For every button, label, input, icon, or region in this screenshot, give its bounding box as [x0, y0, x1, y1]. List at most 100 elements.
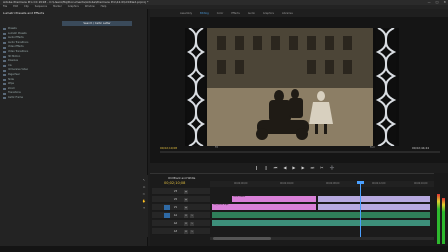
effects-list-item-label: Celtic Frame	[8, 95, 23, 99]
folder-icon	[3, 37, 6, 40]
sequence-tab[interactable]: Old Black and White	[168, 176, 195, 180]
folder-icon	[3, 88, 6, 91]
ruler-tick-label: 00;02;12;00	[372, 182, 386, 185]
hand-tool-icon[interactable]: ✋	[142, 199, 146, 203]
ruler-tick-label: 00;02;16;00	[414, 182, 428, 185]
effects-list: Presets Lumetri Presets Audio Effects Audio…	[3, 27, 28, 101]
folder-icon	[3, 83, 6, 86]
tools-panel: ↖ ⇔ ✂ ✋ T	[140, 175, 148, 237]
mute-button[interactable]: M	[184, 213, 188, 218]
transport-controls: ❙ ❙ ⏮ ◀ ▶ ▶ ⏭ ✂ ➕	[255, 165, 335, 170]
step-back-icon[interactable]: ◀	[283, 165, 286, 170]
effects-panel-title: Lumetri Presets and Effects	[3, 11, 45, 15]
track-header-a2: A2 M S	[152, 220, 210, 227]
workspace-bar: Assembly Editing Color Effects Audio Gra…	[150, 9, 448, 17]
workspace-audio[interactable]: Audio	[248, 12, 255, 15]
monitor-duration: 00;02;44;24	[412, 146, 430, 150]
timeline-ruler[interactable]: 00;02;00;00 00;02;04;00 00;02;08;00 00;0…	[210, 181, 438, 187]
workspace-graphics[interactable]: Graphics	[263, 12, 274, 15]
step-forward-icon[interactable]: ▶	[301, 165, 304, 170]
workspace-assembly[interactable]: Assembly	[180, 12, 192, 15]
window-title: Adobe Premiere Pro CC 2018 - C:\Users\ft…	[3, 0, 149, 4]
type-tool-icon[interactable]: T	[143, 206, 145, 210]
workspace-libraries[interactable]: Libraries	[282, 12, 293, 15]
folder-icon	[3, 60, 6, 63]
add-button-icon[interactable]: ➕	[330, 165, 335, 170]
go-to-in-icon[interactable]: ⏮	[274, 165, 278, 170]
mark-in-icon[interactable]: ❙	[255, 165, 258, 170]
folder-icon	[3, 65, 6, 68]
folder-icon	[3, 69, 6, 72]
effects-panel: Lumetri Presets and Effects Search / Cel…	[0, 9, 148, 252]
track-label[interactable]: V1	[172, 205, 179, 210]
mute-button[interactable]: M	[184, 221, 188, 226]
clip-label: Old_scene.mp4	[213, 204, 229, 206]
audio-meter-right	[442, 198, 445, 244]
selection-tool-icon[interactable]: ↖	[143, 178, 146, 182]
monitor-timecode[interactable]: 00;02;10;08	[160, 146, 177, 150]
ruler-tick-label: 00;02;08;00	[326, 182, 340, 185]
folder-icon	[3, 51, 6, 54]
folder-icon	[3, 78, 6, 81]
clip-old-scene[interactable]: Old_scene.mp4	[212, 204, 316, 210]
status-bar	[0, 246, 448, 252]
eye-icon[interactable]: ◉	[184, 189, 188, 194]
workspace-editing[interactable]: Editing	[200, 12, 209, 15]
celtic-knot-right-pattern	[375, 27, 397, 147]
clip-audio-a2[interactable]	[212, 220, 430, 226]
solo-button[interactable]: S	[190, 221, 194, 226]
razor-tool-icon[interactable]: ✂	[143, 192, 146, 196]
track-label[interactable]: V3	[172, 189, 179, 194]
ruler-tick-label: 00;02;00;00	[234, 182, 248, 185]
timeline-timecode[interactable]: 00;02;10;08	[164, 181, 185, 185]
mute-button[interactable]: M	[184, 229, 188, 234]
folder-icon	[3, 32, 6, 35]
old-photo-image	[207, 28, 373, 146]
track-header-a1: A1 M S	[152, 212, 210, 219]
clip-old-scene-2[interactable]	[318, 204, 430, 210]
zoom-fit-select[interactable]: Fit	[215, 146, 218, 149]
playhead-line[interactable]	[360, 181, 361, 237]
resolution-select[interactable]: Full	[370, 146, 374, 149]
go-to-out-icon[interactable]: ⏭	[311, 165, 315, 170]
monitor-scrubber[interactable]	[160, 151, 440, 153]
track-label[interactable]: A3	[172, 229, 179, 234]
eye-icon[interactable]: ◉	[184, 205, 188, 210]
mark-out-icon[interactable]: ❙	[264, 165, 267, 170]
source-patch-v1[interactable]	[164, 205, 170, 210]
ruler-tick-label: 00;02;04;00	[280, 182, 294, 185]
audio-meters	[434, 173, 448, 252]
track-label[interactable]: V2	[172, 197, 179, 202]
solo-button[interactable]: S	[190, 229, 194, 234]
folder-icon	[3, 97, 6, 100]
folder-icon	[3, 28, 6, 31]
timeline-scrollbar-thumb[interactable]	[213, 237, 271, 240]
source-patch-a1[interactable]	[164, 213, 170, 218]
track-header-v1: V1 ◉	[152, 204, 210, 211]
workspace-color[interactable]: Color	[217, 12, 224, 15]
play-icon[interactable]: ▶	[292, 165, 295, 170]
folder-icon	[3, 92, 6, 95]
effects-list-item[interactable]: Celtic Frame	[3, 96, 28, 101]
track-label[interactable]: A2	[172, 221, 179, 226]
folder-icon	[3, 55, 6, 58]
ripple-edit-tool-icon[interactable]: ⇔	[143, 185, 146, 189]
folder-icon	[3, 74, 6, 77]
clip-audio-a1[interactable]	[212, 212, 430, 218]
folder-icon	[3, 42, 6, 45]
audio-meter-left	[437, 194, 440, 244]
photo-scene	[207, 28, 373, 146]
track-header-v3: V3 ◉	[152, 188, 210, 195]
clip-celtic-frame-2[interactable]	[318, 196, 430, 202]
celtic-border-left	[185, 27, 207, 147]
track-label[interactable]: A1	[172, 213, 179, 218]
track-header-a3: A3 M S	[152, 228, 210, 235]
workspace-effects[interactable]: Effects	[231, 12, 240, 15]
celtic-border-right	[373, 27, 399, 147]
eye-icon[interactable]: ◉	[184, 197, 188, 202]
lift-icon[interactable]: ✂	[320, 165, 323, 170]
effects-search-header[interactable]: Search / Celtic Letter	[62, 21, 132, 26]
clip-celtic-frame[interactable]: Celtic frame	[232, 196, 316, 202]
solo-button[interactable]: S	[190, 213, 194, 218]
track-header-v2: V2 ◉	[152, 196, 210, 203]
